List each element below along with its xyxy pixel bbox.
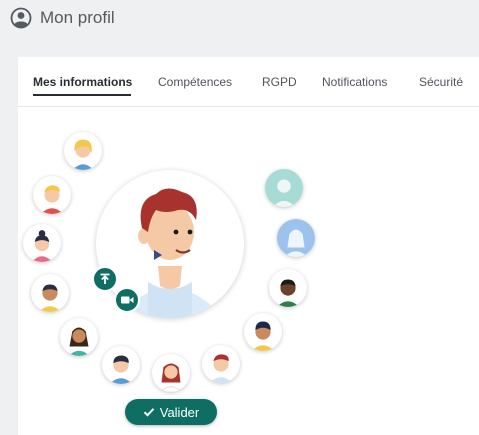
- avatar-option-bun-girl[interactable]: [23, 224, 61, 262]
- avatar-option-long-hair-woman[interactable]: [60, 318, 98, 356]
- tab-competences[interactable]: Compétences: [158, 75, 232, 89]
- tab-bar: Mes informations Compétences RGPD Notifi…: [18, 57, 479, 107]
- avatar-option-redhead-woman[interactable]: [152, 354, 190, 392]
- tab-rgpd[interactable]: RGPD: [262, 75, 297, 89]
- page-title: Mon profil: [40, 8, 115, 27]
- validate-button[interactable]: Valider: [125, 399, 217, 425]
- avatar-option-silhouette-female[interactable]: [277, 219, 315, 257]
- avatar-option-redhead-man[interactable]: [202, 345, 240, 383]
- video-camera-icon: [116, 289, 138, 311]
- user-circle-icon: [10, 7, 32, 29]
- validate-label: Valider: [159, 404, 200, 420]
- page-header: Mon profil: [0, 0, 479, 40]
- upload-icon: [94, 268, 116, 290]
- avatar-option-blonde-girl[interactable]: [64, 132, 102, 170]
- active-tab-indicator: [33, 94, 131, 96]
- avatar-option-dark-boy[interactable]: [31, 274, 69, 312]
- avatar-option-blonde-boy[interactable]: [33, 176, 71, 214]
- avatar-option-silhouette-male[interactable]: [265, 169, 303, 207]
- tab-mes-informations[interactable]: Mes informations: [33, 75, 132, 89]
- upload-avatar-button[interactable]: [92, 266, 118, 292]
- tab-securite[interactable]: Sécurité: [419, 75, 463, 89]
- avatar-option-dark-hair-man[interactable]: [244, 313, 282, 351]
- tab-notifications[interactable]: Notifications: [322, 75, 387, 89]
- profile-card: Mes informations Compétences RGPD Notifi…: [18, 57, 479, 435]
- camera-avatar-button[interactable]: [114, 287, 140, 313]
- avatar-option-boy-blue[interactable]: [102, 346, 140, 384]
- check-icon: [143, 406, 155, 418]
- avatar-option-dark-skin-man[interactable]: [269, 269, 307, 307]
